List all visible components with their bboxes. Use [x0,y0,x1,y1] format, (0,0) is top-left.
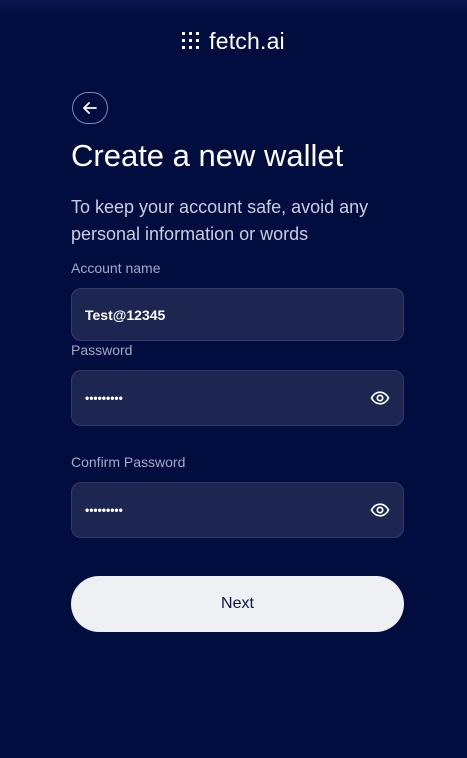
eye-icon [370,391,390,405]
next-button[interactable]: Next [71,576,404,632]
password-field-wrapper [71,370,404,426]
confirm-password-label: Confirm Password [71,454,186,470]
account-name-label: Account name [71,260,161,276]
arrow-left-icon [83,102,97,114]
dot-grid-icon [182,32,201,51]
password-label: Password [71,342,133,358]
page-title: Create a new wallet [71,138,344,173]
password-input[interactable] [72,371,369,425]
back-button[interactable] [72,92,108,124]
confirm-password-field-wrapper [71,482,404,538]
page-subtitle: To keep your account safe, avoid any per… [71,197,369,244]
brand-name: fetch.ai [209,28,285,54]
confirm-password-visibility-toggle[interactable] [369,499,391,521]
eye-icon [370,503,390,517]
top-gradient-bar [0,0,467,16]
brand-logo: fetch.ai [0,28,467,55]
account-name-field-wrapper [71,288,404,341]
account-name-input[interactable] [72,289,403,340]
confirm-password-input[interactable] [72,483,369,537]
create-wallet-screen: fetch.ai Create a new wallet To keep you… [0,0,467,758]
password-visibility-toggle[interactable] [369,387,391,409]
